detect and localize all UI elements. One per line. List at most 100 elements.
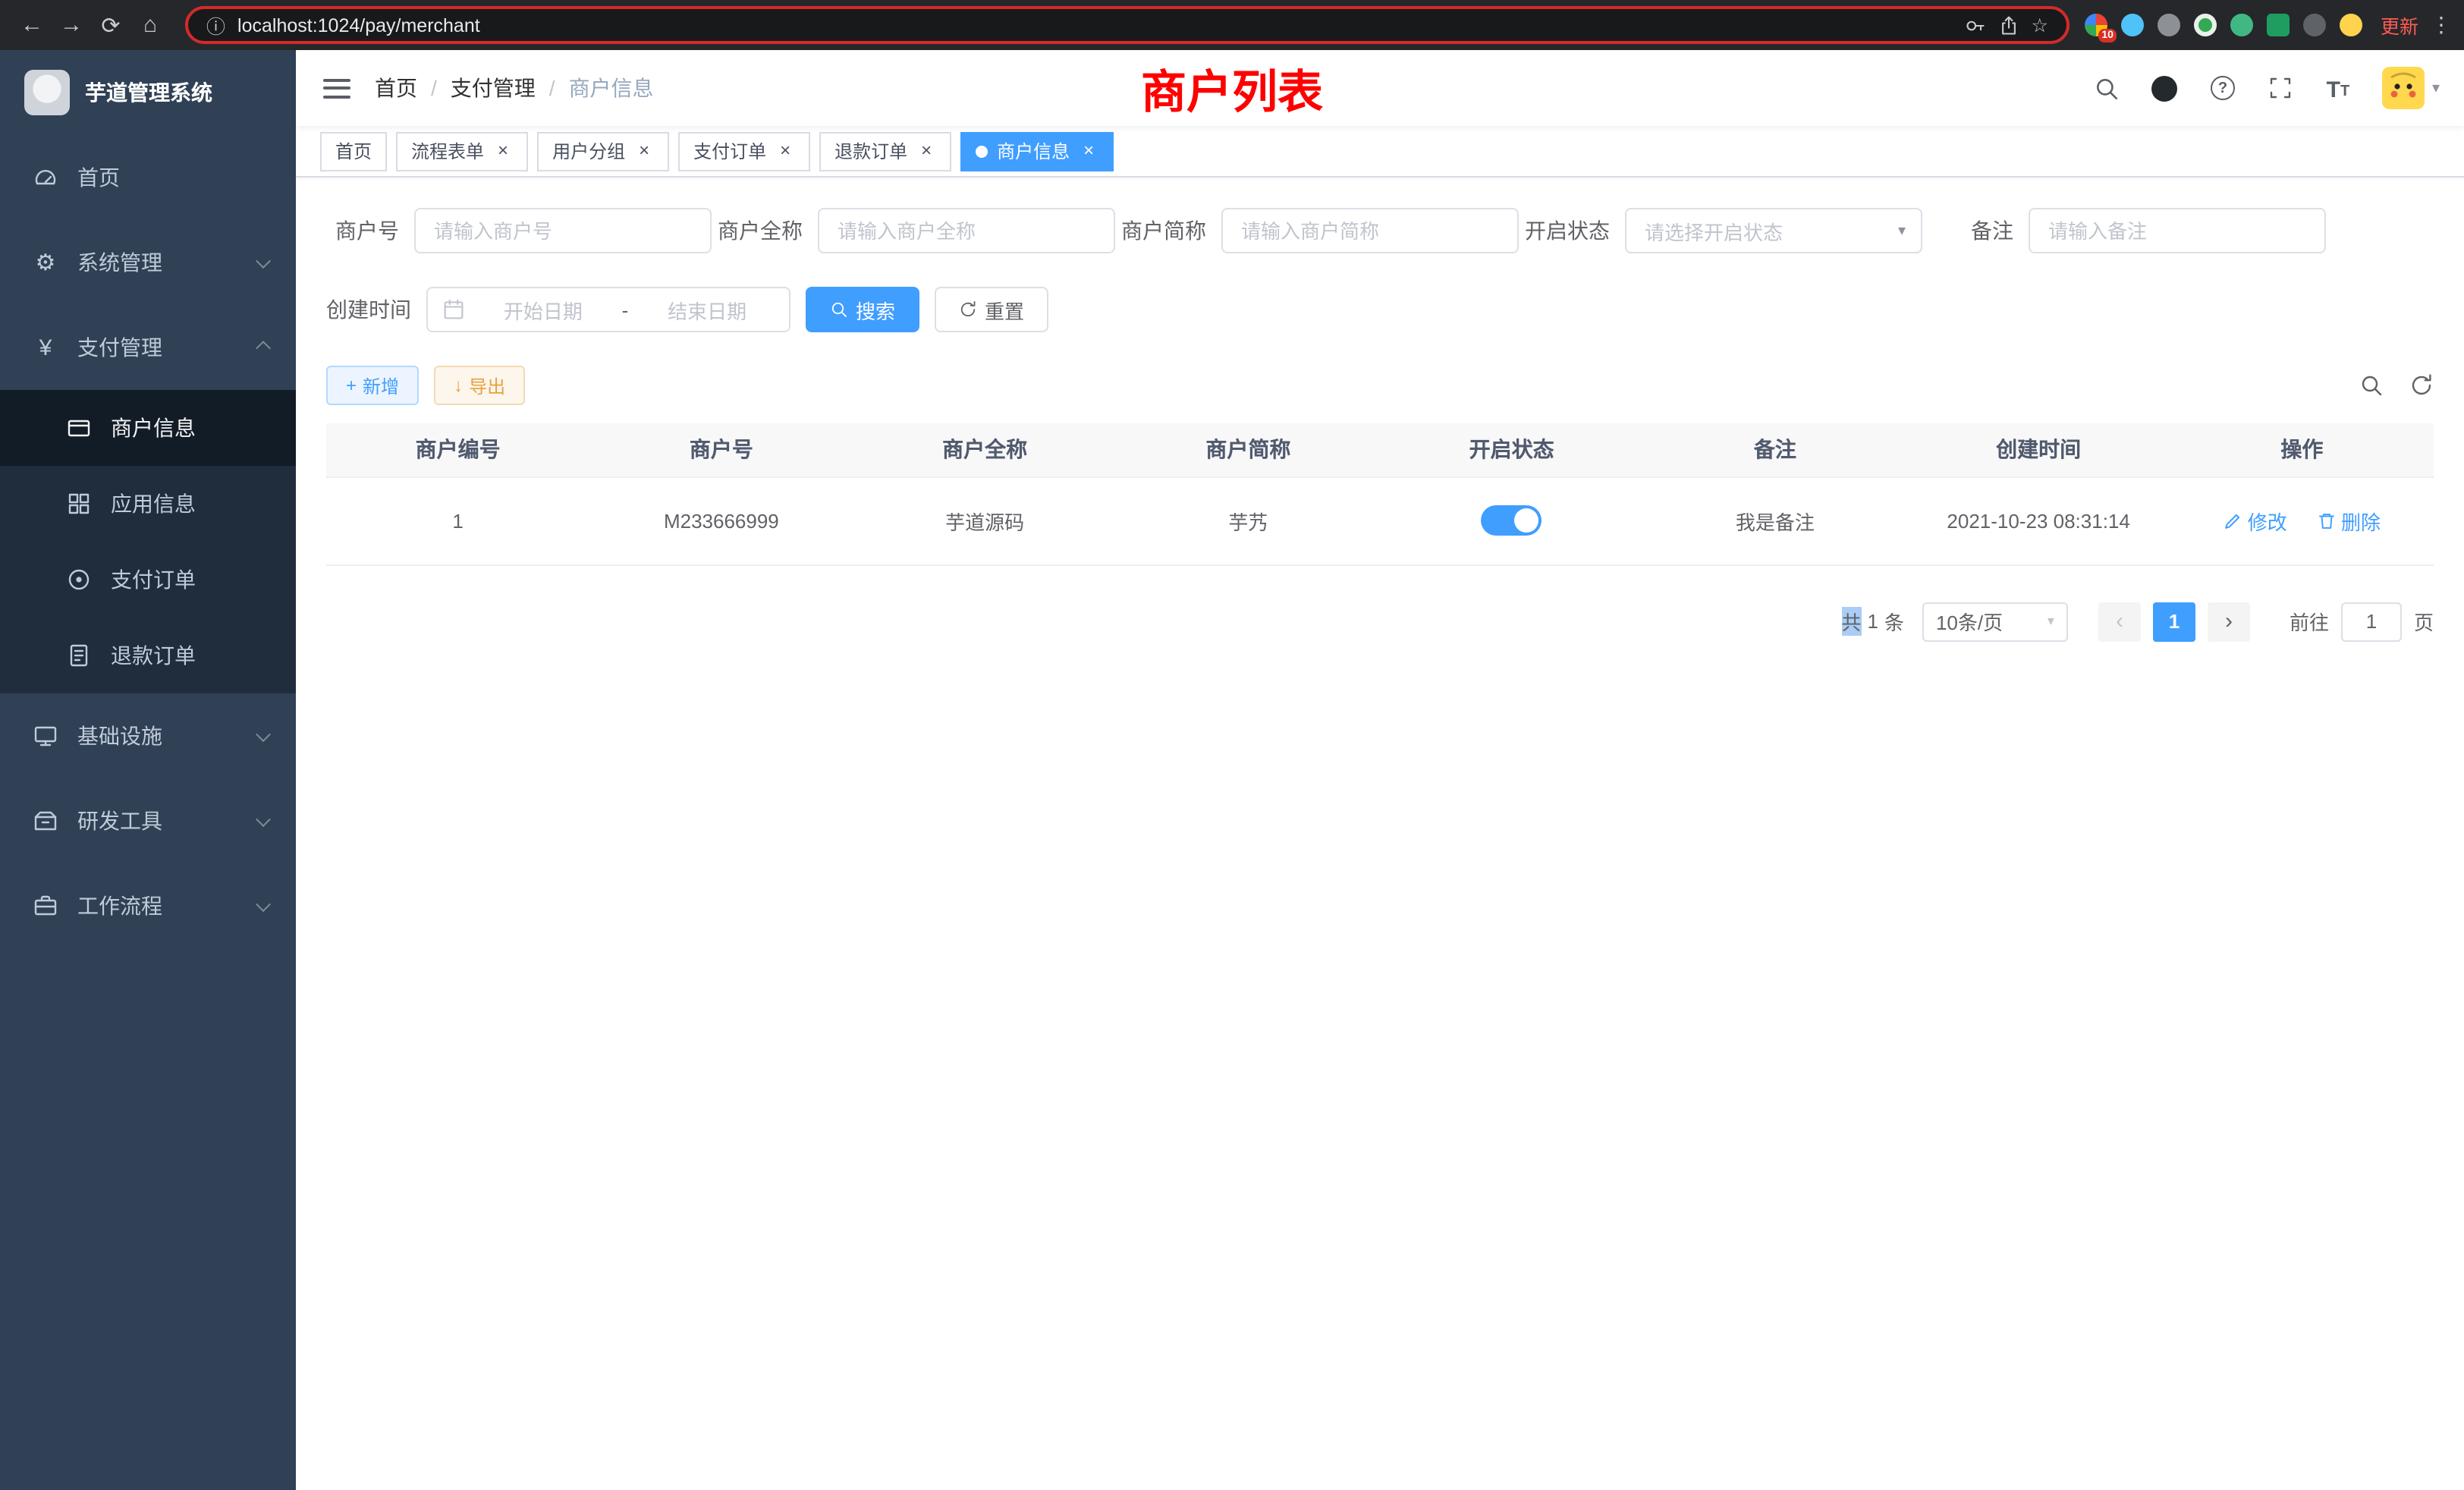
cell-merchant-name: 芋道源码	[853, 476, 1117, 564]
close-icon[interactable]: ×	[634, 141, 654, 161]
github-icon[interactable]	[2151, 74, 2179, 102]
date-separator: -	[622, 298, 629, 321]
browser-back-icon[interactable]: ←	[12, 5, 52, 45]
sidebar-item-system[interactable]: ⚙ 系统管理	[0, 220, 296, 305]
edit-link[interactable]: 修改	[2224, 506, 2287, 535]
close-icon[interactable]: ×	[916, 141, 936, 161]
tab-process-form[interactable]: 流程表单 ×	[396, 131, 528, 171]
field-label: 商户号	[326, 215, 414, 246]
goto-page-input[interactable]	[2341, 602, 2402, 641]
page-number-button[interactable]: 1	[2153, 602, 2195, 641]
extension-icon[interactable]	[2158, 14, 2180, 36]
tab-home[interactable]: 首页	[320, 131, 387, 171]
total-count: 共 1 条	[1841, 607, 1904, 636]
col-header: 创建时间	[1907, 423, 2170, 476]
next-page-button[interactable]: ›	[2208, 602, 2250, 641]
site-info-icon[interactable]: ⓘ	[206, 11, 225, 39]
user-avatar[interactable]: ▾	[2382, 67, 2440, 109]
add-button[interactable]: + 新增	[326, 366, 419, 405]
search-button[interactable]: 搜索	[806, 287, 919, 332]
share-icon[interactable]	[1998, 14, 2019, 36]
search-icon[interactable]	[2094, 74, 2121, 102]
remark-input[interactable]	[2029, 208, 2326, 253]
col-header: 商户全称	[853, 423, 1117, 476]
merchant-no-input[interactable]	[414, 208, 712, 253]
extension-icon[interactable]	[2121, 14, 2144, 36]
sidebar-item-pay-order[interactable]: 支付订单	[0, 542, 296, 618]
tab-pay-order[interactable]: 支付订单 ×	[678, 131, 810, 171]
extension-icon[interactable]	[2194, 14, 2217, 36]
sidebar-item-label: 基础设施	[77, 721, 238, 751]
tab-refund-order[interactable]: 退款订单 ×	[819, 131, 951, 171]
refresh-icon	[959, 300, 977, 319]
chevron-down-icon: ▾	[2432, 80, 2440, 96]
plus-icon: +	[346, 375, 357, 396]
close-icon[interactable]: ×	[1079, 141, 1098, 161]
field-label: 商户简称	[1121, 215, 1221, 246]
sidebar-item-merchant-info[interactable]: 商户信息	[0, 390, 296, 466]
fullscreen-icon[interactable]	[2267, 74, 2294, 102]
merchant-name-input[interactable]	[818, 208, 1115, 253]
field-label: 开启状态	[1525, 215, 1625, 246]
filter-row-2: 创建时间 开始日期 - 结束日期 搜索 重置	[326, 287, 2434, 332]
navbar-actions: ? TT ▾	[2094, 67, 2464, 109]
breadcrumb-separator: /	[549, 76, 555, 100]
browser-forward-icon[interactable]: →	[52, 5, 91, 45]
toggle-search-icon[interactable]	[2358, 372, 2384, 398]
breadcrumb-payment[interactable]: 支付管理	[451, 73, 536, 103]
page-size-select[interactable]: 10条/页 ▾	[1922, 602, 2068, 641]
close-icon[interactable]: ×	[493, 141, 513, 161]
sidebar-item-app-info[interactable]: 应用信息	[0, 466, 296, 542]
edit-link-label: 修改	[2248, 506, 2287, 535]
extension-badge: 10	[2098, 29, 2117, 42]
reset-button[interactable]: 重置	[935, 287, 1048, 332]
col-header: 开启状态	[1380, 423, 1643, 476]
sidebar-item-home[interactable]: 首页	[0, 135, 296, 220]
sidebar-item-payment[interactable]: ¥ 支付管理	[0, 305, 296, 390]
gear-icon: ⚙	[33, 250, 58, 275]
extension-icon[interactable]: 10	[2085, 14, 2107, 36]
breadcrumb-home[interactable]: 首页	[375, 73, 417, 103]
font-size-icon[interactable]: TT	[2324, 74, 2352, 102]
filter-create-time: 创建时间 开始日期 - 结束日期	[326, 287, 790, 332]
bookmark-star-icon[interactable]: ☆	[2032, 14, 2048, 36]
app-logo[interactable]: 芋道管理系统	[0, 50, 296, 135]
export-button[interactable]: ↓ 导出	[434, 366, 525, 405]
extension-icon[interactable]	[2303, 14, 2326, 36]
sidebar-item-label: 支付管理	[77, 332, 238, 363]
refresh-icon[interactable]	[2408, 372, 2434, 398]
sidebar-item-label: 首页	[77, 162, 269, 193]
date-range-picker[interactable]: 开始日期 - 结束日期	[426, 287, 790, 332]
cell-merchant-short-name: 芋艿	[1117, 476, 1380, 564]
sidebar-item-label: 研发工具	[77, 806, 238, 836]
prev-page-button[interactable]: ‹	[2098, 602, 2141, 641]
add-button-label: 新增	[363, 372, 399, 398]
sidebar-item-workflow[interactable]: 工作流程	[0, 863, 296, 948]
url-text[interactable]: localhost:1024/pay/merchant	[237, 14, 1953, 36]
address-bar[interactable]: ⓘ localhost:1024/pay/merchant ☆	[185, 6, 2070, 44]
help-icon[interactable]: ?	[2209, 74, 2236, 102]
merchant-short-name-input[interactable]	[1221, 208, 1519, 253]
browser-reload-icon[interactable]: ⟳	[91, 5, 130, 45]
sidebar-item-dev-tools[interactable]: 研发工具	[0, 778, 296, 863]
extension-icon[interactable]	[2267, 14, 2290, 36]
reset-button-label: 重置	[985, 295, 1024, 324]
status-select[interactable]: 请选择开启状态 ▾	[1625, 208, 1922, 253]
profile-avatar-icon[interactable]	[2340, 14, 2362, 36]
sidebar-item-refund-order[interactable]: 退款订单	[0, 618, 296, 693]
close-icon[interactable]: ×	[775, 141, 795, 161]
browser-menu-icon[interactable]: ⋮	[2431, 12, 2452, 38]
browser-update-button[interactable]: 更新	[2381, 11, 2418, 39]
hamburger-icon[interactable]	[323, 78, 350, 98]
extension-icon[interactable]	[2230, 14, 2253, 36]
browser-home-icon[interactable]: ⌂	[130, 5, 170, 45]
status-toggle[interactable]	[1482, 505, 1542, 536]
tab-user-group[interactable]: 用户分组 ×	[537, 131, 669, 171]
cell-create-time: 2021-10-23 08:31:14	[1907, 476, 2170, 564]
breadcrumb: 首页 / 支付管理 / 商户信息	[375, 73, 654, 103]
delete-link-label: 删除	[2341, 506, 2381, 535]
tab-merchant-info[interactable]: 商户信息 ×	[960, 131, 1114, 171]
password-key-icon[interactable]	[1965, 14, 1986, 36]
delete-link[interactable]: 删除	[2317, 506, 2381, 535]
sidebar-item-infra[interactable]: 基础设施	[0, 693, 296, 778]
